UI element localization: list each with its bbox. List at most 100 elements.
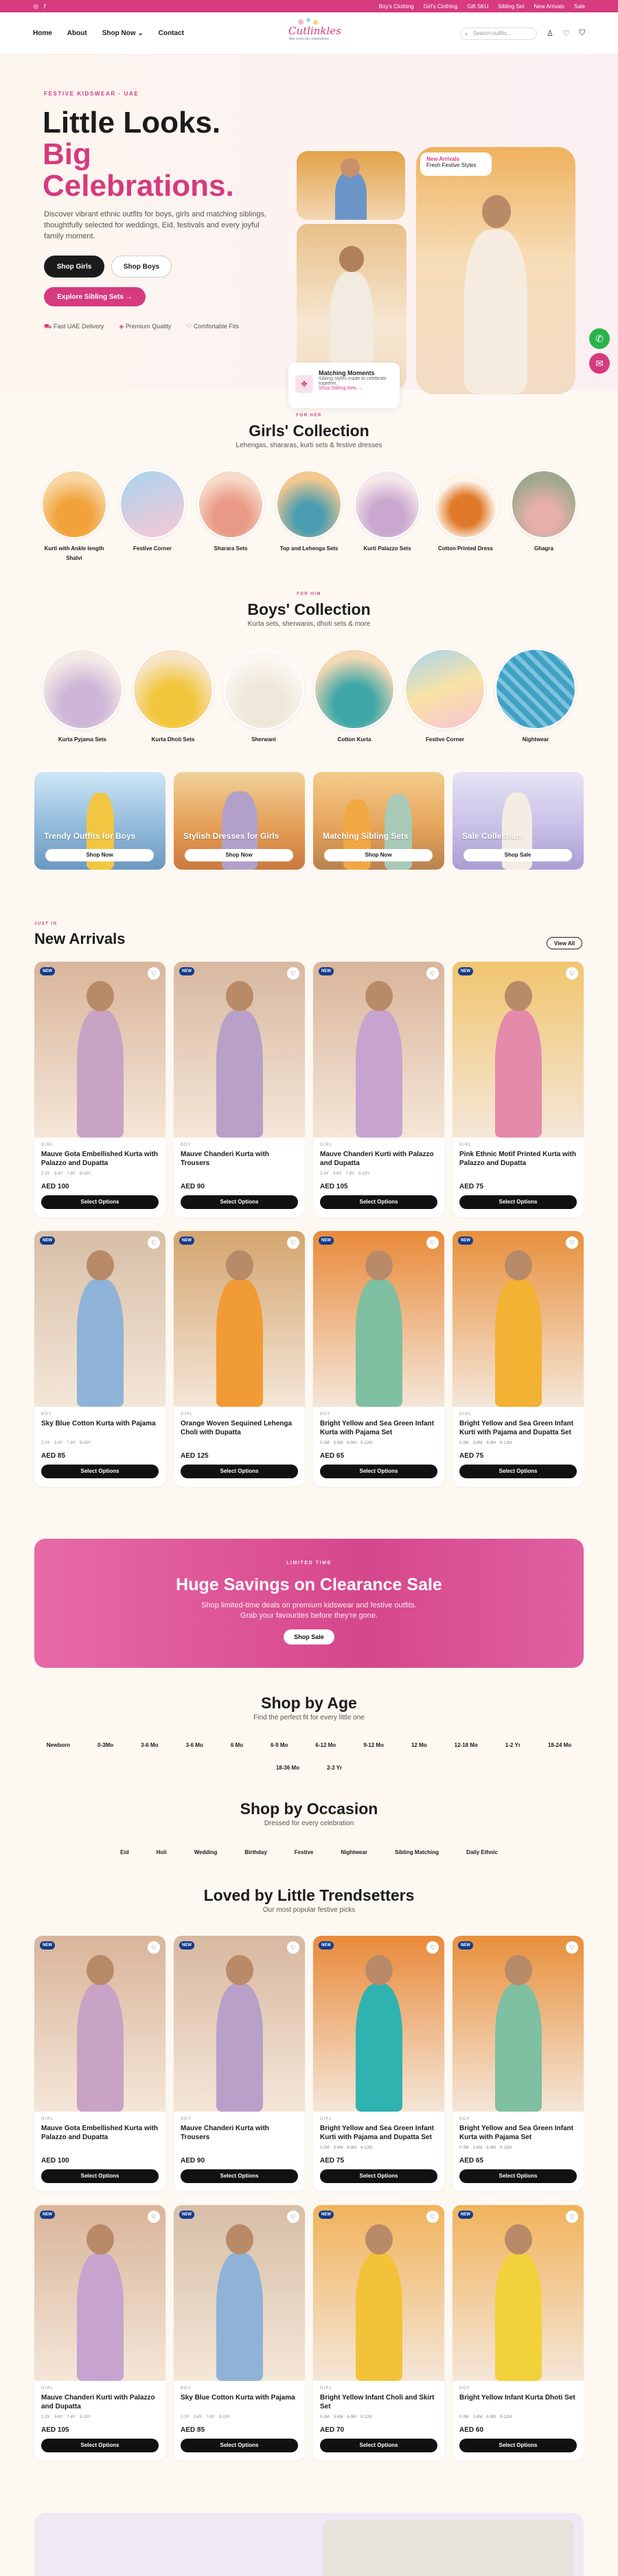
select-options-button[interactable]: Select Options [41, 1195, 159, 1209]
size-option[interactable]: 6-9M [486, 2146, 496, 2153]
size-option[interactable]: 9-10Y [358, 1172, 369, 1179]
wishlist-heart-icon[interactable]: ♡ [426, 967, 439, 980]
size-option[interactable]: 2-3Y [41, 1172, 50, 1179]
cart-icon[interactable]: ⛉ [580, 29, 585, 38]
product-image[interactable]: NEW ♡ [174, 2205, 305, 2381]
product-card[interactable]: NEW ♡ GIRL Orange Woven Sequined Lehenga… [174, 1231, 305, 1487]
product-name[interactable]: Mauve Chanderi Kurti with Palazzo and Du… [320, 1150, 437, 1169]
size-option[interactable]: 9-10Y [80, 1441, 91, 1448]
filter-pill[interactable]: 12-18 Mo [446, 1738, 486, 1752]
wishlist-heart-icon[interactable]: ♡ [426, 1941, 439, 1954]
wishlist-heart-icon[interactable]: ♡ [566, 1941, 578, 1954]
nav-about[interactable]: About [67, 30, 87, 37]
product-name[interactable]: Bright Yellow and Sea Green Infant Kurti… [320, 2124, 437, 2143]
top-link-new[interactable]: New Arrivals [534, 3, 564, 10]
size-option[interactable]: 9-12M [500, 1441, 512, 1448]
product-image[interactable]: NEW ♡ [34, 1936, 165, 2112]
select-options-button[interactable]: Select Options [41, 2169, 159, 2183]
select-options-button[interactable]: Select Options [181, 2439, 298, 2452]
wishlist-heart-icon[interactable]: ♡ [148, 1236, 160, 1249]
size-option[interactable]: 3-4Y [194, 2415, 203, 2422]
size-option[interactable]: 2-3Y [41, 2415, 50, 2422]
product-name[interactable]: Pink Ethnic Motif Printed Kurta with Pal… [459, 1150, 577, 1169]
wishlist-heart-icon[interactable]: ♡ [566, 967, 578, 980]
product-image[interactable]: NEW ♡ [174, 1936, 305, 2112]
select-options-button[interactable]: Select Options [320, 2439, 437, 2452]
size-option[interactable]: 9-12M [360, 1441, 372, 1448]
size-option[interactable]: 0-3M [320, 2415, 330, 2422]
chat-icon[interactable]: ✉ [589, 353, 610, 374]
filter-pill[interactable]: 6-9 Mo [262, 1738, 296, 1752]
product-card[interactable]: NEW ♡ BOY Bright Yellow Infant Kurta Dho… [453, 2205, 584, 2461]
wishlist-heart-icon[interactable]: ♡ [148, 1941, 160, 1954]
select-options-button[interactable]: Select Options [459, 1465, 577, 1478]
filter-pill[interactable]: Birthday [236, 1845, 275, 1860]
product-name[interactable]: Orange Woven Sequined Lehenga Choli with… [181, 1419, 298, 1438]
product-image[interactable]: NEW ♡ [453, 962, 584, 1138]
filter-pill[interactable]: Newborn [38, 1738, 78, 1752]
filter-pill[interactable]: Sibling Matching [387, 1845, 447, 1860]
top-link-boys[interactable]: Boy's Clothing [379, 3, 414, 10]
select-options-button[interactable]: Select Options [41, 2439, 159, 2452]
category-item[interactable]: Kurti with Ankle length Shalvi [41, 470, 107, 563]
match-link[interactable]: Shop Sibling Sets → [319, 386, 363, 391]
size-option[interactable]: 2-3Y [181, 2415, 190, 2422]
product-image[interactable]: NEW ♡ [453, 2205, 584, 2381]
product-card[interactable]: NEW ♡ GIRL Bright Yellow and Sea Green I… [453, 1231, 584, 1487]
product-card[interactable]: NEW ♡ BOY Mauve Chanderi Kurta with Trou… [174, 1936, 305, 2191]
size-option[interactable]: 9-12M [360, 2146, 372, 2153]
select-options-button[interactable]: Select Options [459, 2439, 577, 2452]
product-card[interactable]: NEW ♡ GIRL Bright Yellow and Sea Green I… [313, 1936, 444, 2191]
category-item[interactable]: Cotton Kurta [314, 648, 395, 745]
product-image[interactable]: NEW ♡ [34, 2205, 165, 2381]
product-card[interactable]: NEW ♡ GIRL Pink Ethnic Motif Printed Kur… [453, 962, 584, 1217]
wishlist-heart-icon[interactable]: ♡ [426, 1236, 439, 1249]
size-option[interactable]: 3-4Y [54, 1172, 63, 1179]
size-option[interactable]: 9-12M [500, 2415, 512, 2422]
product-card[interactable]: NEW ♡ BOY Mauve Chanderi Kurta with Trou… [174, 962, 305, 1217]
size-option[interactable]: 3-6M [473, 2146, 483, 2153]
wishlist-heart-icon[interactable]: ♡ [148, 2211, 160, 2223]
size-option[interactable]: 7-8Y [206, 2415, 215, 2422]
promo-tile-boys[interactable]: Trendy Outfits for Boys Shop Now [34, 772, 165, 870]
select-options-button[interactable]: Select Options [181, 2169, 298, 2183]
size-option[interactable]: 6-9M [347, 1441, 356, 1448]
select-options-button[interactable]: Select Options [459, 2169, 577, 2183]
product-image[interactable]: NEW ♡ [313, 2205, 444, 2381]
category-item[interactable]: Kurta Dhoti Sets [133, 648, 214, 745]
product-name[interactable]: Bright Yellow Infant Kurta Dhoti Set [459, 2393, 577, 2413]
product-name[interactable]: Sky Blue Cotton Kurta with Pajama [41, 1419, 159, 1438]
category-item[interactable]: Cotton Printed Dress [433, 470, 499, 563]
wishlist-heart-icon[interactable]: ♡ [566, 2211, 578, 2223]
category-item[interactable]: Top and Lehenga Sets [276, 470, 342, 563]
filter-pill[interactable]: 18-36 Mo [268, 1761, 308, 1775]
size-option[interactable]: 7-8Y [345, 1172, 354, 1179]
tile-button[interactable]: Shop Now [324, 849, 433, 861]
size-option[interactable]: 0-3M [459, 2146, 469, 2153]
product-name[interactable]: Mauve Chanderi Kurta with Trousers [181, 2124, 298, 2143]
product-card[interactable]: NEW ♡ BOY Sky Blue Cotton Kurta with Paj… [34, 1231, 165, 1487]
nav-shop[interactable]: Shop Now ⌄ [102, 30, 144, 37]
filter-pill[interactable]: 6-12 Mo [307, 1738, 344, 1752]
filter-pill[interactable]: 6 Mo [222, 1738, 251, 1752]
filter-pill[interactable]: 2-3 Yr [319, 1761, 350, 1775]
product-card[interactable]: NEW ♡ GIRL Mauve Chanderi Kurti with Pal… [34, 2205, 165, 2461]
size-option[interactable]: 3-6M [334, 2415, 343, 2422]
size-option[interactable]: 9-12M [500, 2146, 512, 2153]
wishlist-heart-icon[interactable]: ♡ [287, 2211, 299, 2223]
product-name[interactable]: Mauve Chanderi Kurta with Trousers [181, 1150, 298, 1169]
wishlist-icon[interactable]: ♡ [563, 29, 570, 38]
size-option[interactable]: 3-4Y [54, 1441, 63, 1448]
facebook-icon[interactable]: f [44, 3, 46, 10]
size-option[interactable]: 6-9M [347, 2146, 356, 2153]
product-name[interactable]: Mauve Gota Embellished Kurta with Palazz… [41, 2124, 159, 2143]
filter-pill[interactable]: Wedding [186, 1845, 226, 1860]
wishlist-heart-icon[interactable]: ♡ [566, 1236, 578, 1249]
size-option[interactable]: 7-8Y [67, 2415, 76, 2422]
size-option[interactable]: 3-4Y [333, 1172, 342, 1179]
size-option[interactable]: 9-10Y [80, 1172, 91, 1179]
shop-sale-button[interactable]: Shop Sale [284, 1629, 334, 1645]
size-option[interactable]: 3-6M [473, 2415, 483, 2422]
filter-pill[interactable]: 9-12 Mo [355, 1738, 392, 1752]
product-name[interactable]: Bright Yellow and Sea Green Infant Kurti… [459, 1419, 577, 1438]
